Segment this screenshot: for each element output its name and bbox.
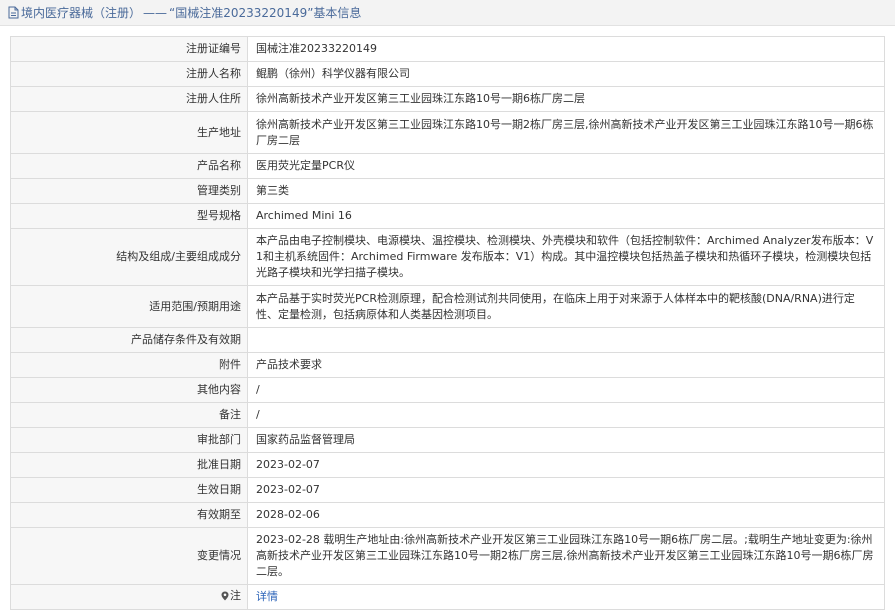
row-value: 本产品基于实时荧光PCR检测原理，配合检测试剂共同使用，在临床上用于对来源于人体… [247, 285, 885, 328]
row-value [247, 327, 885, 353]
table-row: 有效期至 2028-02-06 [10, 502, 885, 528]
row-value: 徐州高新技术产业开发区第三工业园珠江东路10号一期2栋厂房三层,徐州高新技术产业… [247, 111, 885, 154]
breadcrumb: 境内医疗器械（注册） [21, 6, 142, 20]
row-label: 批准日期 [10, 452, 248, 478]
table-row: 产品名称 医用荧光定量PCR仪 [10, 153, 885, 179]
row-label: 审批部门 [10, 427, 248, 453]
note-label-text: 注 [230, 589, 241, 602]
table-row: 注册人住所 徐州高新技术产业开发区第三工业园珠江东路10号一期6栋厂房二层 [10, 86, 885, 112]
note-value-cell: 详情 [247, 584, 885, 610]
row-label: 适用范围/预期用途 [10, 285, 248, 328]
row-label: 产品名称 [10, 153, 248, 179]
row-label: 生产地址 [10, 111, 248, 154]
row-label: 生效日期 [10, 477, 248, 503]
table-row: 批准日期 2023-02-07 [10, 452, 885, 478]
document-icon [8, 6, 19, 19]
table-row: 生效日期 2023-02-07 [10, 477, 885, 503]
table-row: 管理类别 第三类 [10, 178, 885, 204]
row-label: 产品储存条件及有效期 [10, 327, 248, 353]
note-label: 注 [221, 588, 241, 604]
row-value: 产品技术要求 [247, 352, 885, 378]
row-label: 备注 [10, 402, 248, 428]
row-label: 型号规格 [10, 203, 248, 229]
table-row: 注册人名称 鲲鹏（徐州）科学仪器有限公司 [10, 61, 885, 87]
row-label: 注册人名称 [10, 61, 248, 87]
table-row: 生产地址 徐州高新技术产业开发区第三工业园珠江东路10号一期2栋厂房三层,徐州高… [10, 111, 885, 154]
row-value: 2023-02-07 [247, 452, 885, 478]
table-row: 审批部门 国家药品监督管理局 [10, 427, 885, 453]
row-label: 有效期至 [10, 502, 248, 528]
row-value: 本产品由电子控制模块、电源模块、温控模块、检测模块、外壳模块和软件（包括控制软件… [247, 228, 885, 286]
title-separator: —— [143, 5, 168, 20]
row-label: 注册证编号 [10, 36, 248, 62]
table-row: 其他内容 / [10, 377, 885, 403]
row-label: 结构及组成/主要组成成分 [10, 228, 248, 286]
row-value: / [247, 377, 885, 403]
page-title: “国械注准20233220149”基本信息 [169, 6, 362, 20]
table-row: 附件 产品技术要求 [10, 352, 885, 378]
row-value: 2023-02-28 载明生产地址由:徐州高新技术产业开发区第三工业园珠江东路1… [247, 527, 885, 585]
row-value: 2023-02-07 [247, 477, 885, 503]
table-row: 注册证编号 国械注准20233220149 [10, 36, 885, 62]
table-row: 结构及组成/主要组成成分 本产品由电子控制模块、电源模块、温控模块、检测模块、外… [10, 228, 885, 286]
row-value: 2028-02-06 [247, 502, 885, 528]
table-row: 变更情况 2023-02-28 载明生产地址由:徐州高新技术产业开发区第三工业园… [10, 527, 885, 585]
location-pin-icon [221, 591, 229, 601]
row-value: 医用荧光定量PCR仪 [247, 153, 885, 179]
row-value: 徐州高新技术产业开发区第三工业园珠江东路10号一期6栋厂房二层 [247, 86, 885, 112]
row-value: 国械注准20233220149 [247, 36, 885, 62]
table-row: 型号规格 Archimed Mini 16 [10, 203, 885, 229]
table-row: 产品储存条件及有效期 [10, 327, 885, 353]
row-value: / [247, 402, 885, 428]
note-label-cell: 注 [10, 584, 248, 610]
row-label: 附件 [10, 352, 248, 378]
row-label: 变更情况 [10, 527, 248, 585]
row-label: 管理类别 [10, 178, 248, 204]
row-label: 注册人住所 [10, 86, 248, 112]
note-row: 注 详情 [10, 584, 885, 610]
row-value: 第三类 [247, 178, 885, 204]
detail-link[interactable]: 详情 [256, 590, 278, 603]
registration-info-table: 注册证编号 国械注准20233220149 注册人名称 鲲鹏（徐州）科学仪器有限… [10, 36, 885, 610]
row-value: Archimed Mini 16 [247, 203, 885, 229]
row-value: 鲲鹏（徐州）科学仪器有限公司 [247, 61, 885, 87]
row-value: 国家药品监督管理局 [247, 427, 885, 453]
row-label: 其他内容 [10, 377, 248, 403]
table-row: 适用范围/预期用途 本产品基于实时荧光PCR检测原理，配合检测试剂共同使用，在临… [10, 285, 885, 328]
page-title-bar: 境内医疗器械（注册） —— “国械注准20233220149”基本信息 [0, 0, 895, 26]
table-row: 备注 / [10, 402, 885, 428]
